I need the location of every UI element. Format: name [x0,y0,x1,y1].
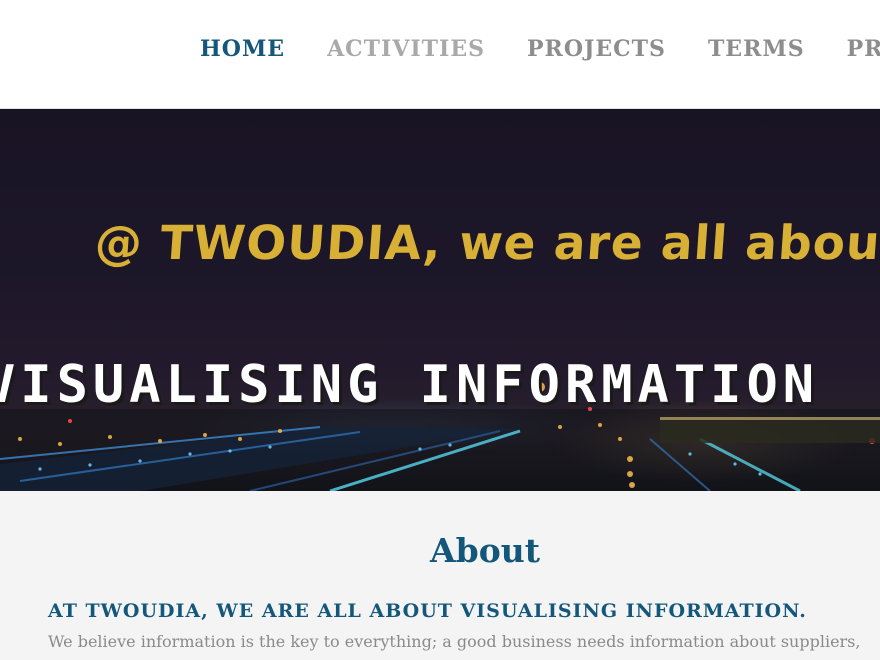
nav-privacy-link[interactable]: PRIVACY [847,33,880,65]
nav-home-link[interactable]: HOME [200,33,285,65]
hero-background-image [0,382,880,491]
about-body-text: We believe information is the key to eve… [48,632,861,651]
nav-activities-link[interactable]: ACTIVITIES [327,33,485,65]
hero-banner: @ TWOUDIA, we are all about VISUALISING … [0,109,880,491]
nav-projects-link[interactable]: PROJECTS [527,33,666,65]
main-nav: HOME ACTIVITIES PROJECTS TERMS PRIVACY [200,33,880,65]
hero-headline: VISUALISING INFORMATION [0,355,820,415]
top-navbar: HOME ACTIVITIES PROJECTS TERMS PRIVACY [0,0,880,109]
hero-tagline: @ TWOUDIA, we are all about [93,216,880,271]
nav-terms-link[interactable]: TERMS [708,33,805,65]
page: HOME ACTIVITIES PROJECTS TERMS PRIVACY [0,0,880,660]
about-subheading: AT TWOUDIA, WE ARE ALL ABOUT VISUALISING… [48,600,807,622]
about-section: About AT TWOUDIA, WE ARE ALL ABOUT VISUA… [0,491,880,660]
about-heading: About [430,531,540,570]
